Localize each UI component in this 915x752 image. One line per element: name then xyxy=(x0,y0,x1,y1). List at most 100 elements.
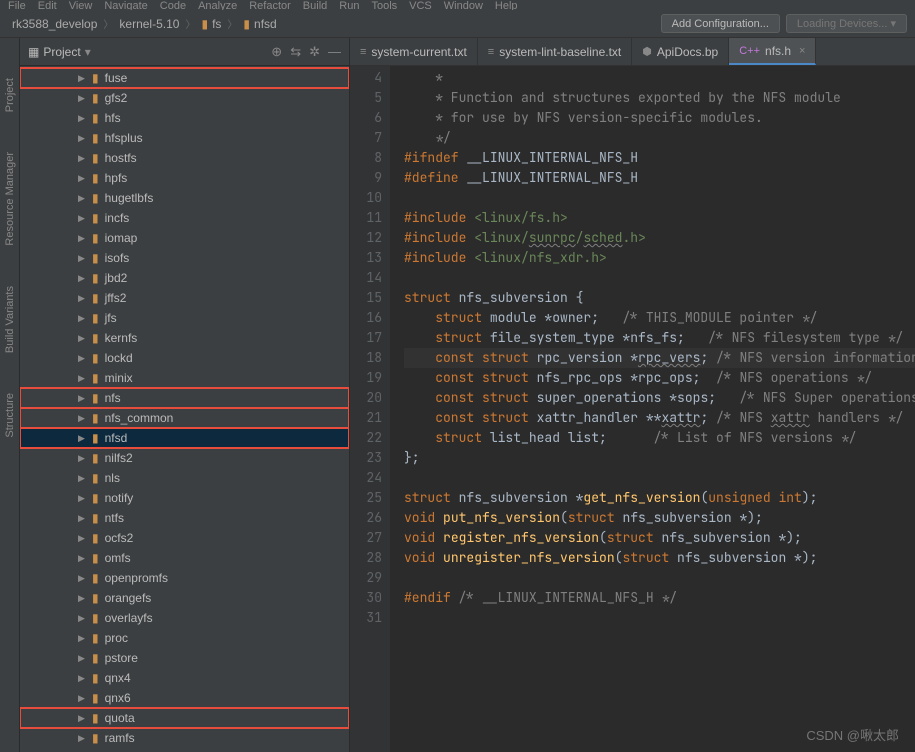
menu-analyze[interactable]: Analyze xyxy=(198,0,237,10)
tree-item-iomap[interactable]: ▶ ▮ iomap xyxy=(20,228,349,248)
tree-item-ocfs2[interactable]: ▶ ▮ ocfs2 xyxy=(20,528,349,548)
code-editor[interactable]: 4567891011121314151617181920212223242526… xyxy=(350,66,915,752)
rail-structure[interactable]: Structure xyxy=(4,393,16,438)
hide-icon[interactable]: — xyxy=(328,44,341,60)
expand-arrow-icon[interactable]: ▶ xyxy=(78,613,86,624)
tree-item-fuse[interactable]: ▶ ▮ fuse xyxy=(20,68,349,88)
breadcrumb[interactable]: rk3588_develop〉kernel-5.10〉▮fs〉▮nfsd xyxy=(8,15,281,33)
tab-nfs.h[interactable]: C++ nfs.h × xyxy=(729,38,816,65)
tree-item-notify[interactable]: ▶ ▮ notify xyxy=(20,488,349,508)
expand-arrow-icon[interactable]: ▶ xyxy=(78,693,86,704)
rail-resource-manager[interactable]: Resource Manager xyxy=(4,152,16,246)
breadcrumb-item[interactable]: rk3588_develop xyxy=(8,15,101,33)
tree-item-proc[interactable]: ▶ ▮ proc xyxy=(20,628,349,648)
menu-window[interactable]: Window xyxy=(444,0,483,10)
locate-icon[interactable]: ⊕ xyxy=(271,44,282,60)
expand-arrow-icon[interactable]: ▶ xyxy=(78,733,86,744)
menu-tools[interactable]: Tools xyxy=(371,0,397,10)
tree-item-qnx6[interactable]: ▶ ▮ qnx6 xyxy=(20,688,349,708)
expand-arrow-icon[interactable]: ▶ xyxy=(78,653,86,664)
expand-arrow-icon[interactable]: ▶ xyxy=(78,673,86,684)
menu-build[interactable]: Build xyxy=(303,0,327,10)
expand-arrow-icon[interactable]: ▶ xyxy=(78,173,86,184)
code-content[interactable]: * * Function and structures exported by … xyxy=(390,66,915,752)
tree-item-hfs[interactable]: ▶ ▮ hfs xyxy=(20,108,349,128)
expand-arrow-icon[interactable]: ▶ xyxy=(78,513,86,524)
expand-arrow-icon[interactable]: ▶ xyxy=(78,253,86,264)
expand-arrow-icon[interactable]: ▶ xyxy=(78,233,86,244)
tree-item-jfs[interactable]: ▶ ▮ jfs xyxy=(20,308,349,328)
tree-item-ramfs[interactable]: ▶ ▮ ramfs xyxy=(20,728,349,748)
left-tool-rail[interactable]: Project Resource Manager Build Variants … xyxy=(0,38,20,752)
menu-vcs[interactable]: VCS xyxy=(409,0,432,10)
rail-project[interactable]: Project xyxy=(4,78,16,112)
menu-file[interactable]: File xyxy=(8,0,26,10)
expand-arrow-icon[interactable]: ▶ xyxy=(78,93,86,104)
expand-icon[interactable]: ⇆ xyxy=(290,44,301,60)
expand-arrow-icon[interactable]: ▶ xyxy=(78,573,86,584)
menubar[interactable]: File Edit View Navigate Code Analyze Refactor B… xyxy=(0,0,915,10)
tree-item-openpromfs[interactable]: ▶ ▮ openpromfs xyxy=(20,568,349,588)
menu-refactor[interactable]: Refactor xyxy=(249,0,291,10)
expand-arrow-icon[interactable]: ▶ xyxy=(78,273,86,284)
tree-item-ntfs[interactable]: ▶ ▮ ntfs xyxy=(20,508,349,528)
expand-arrow-icon[interactable]: ▶ xyxy=(78,73,86,84)
tree-item-orangefs[interactable]: ▶ ▮ orangefs xyxy=(20,588,349,608)
expand-arrow-icon[interactable]: ▶ xyxy=(78,713,86,724)
menu-view[interactable]: View xyxy=(69,0,93,10)
expand-arrow-icon[interactable]: ▶ xyxy=(78,533,86,544)
expand-arrow-icon[interactable]: ▶ xyxy=(78,313,86,324)
tree-item-nilfs2[interactable]: ▶ ▮ nilfs2 xyxy=(20,448,349,468)
tab-system-lint-baseline.txt[interactable]: ≡ system-lint-baseline.txt xyxy=(478,38,632,65)
breadcrumb-item[interactable]: kernel-5.10 xyxy=(115,15,183,33)
tree-item-qnx4[interactable]: ▶ ▮ qnx4 xyxy=(20,668,349,688)
menu-run[interactable]: Run xyxy=(339,0,359,10)
menu-edit[interactable]: Edit xyxy=(38,0,57,10)
close-icon[interactable]: × xyxy=(799,45,805,57)
tree-item-isofs[interactable]: ▶ ▮ isofs xyxy=(20,248,349,268)
expand-arrow-icon[interactable]: ▶ xyxy=(78,453,86,464)
expand-arrow-icon[interactable]: ▶ xyxy=(78,593,86,604)
expand-arrow-icon[interactable]: ▶ xyxy=(78,213,86,224)
tree-item-hpfs[interactable]: ▶ ▮ hpfs xyxy=(20,168,349,188)
tree-item-jffs2[interactable]: ▶ ▮ jffs2 xyxy=(20,288,349,308)
expand-arrow-icon[interactable]: ▶ xyxy=(78,353,86,364)
tree-item-hfsplus[interactable]: ▶ ▮ hfsplus xyxy=(20,128,349,148)
expand-arrow-icon[interactable]: ▶ xyxy=(78,293,86,304)
tree-item-lockd[interactable]: ▶ ▮ lockd xyxy=(20,348,349,368)
tree-item-nfs[interactable]: ▶ ▮ nfs xyxy=(20,388,349,408)
tree-item-overlayfs[interactable]: ▶ ▮ overlayfs xyxy=(20,608,349,628)
loading-devices-button[interactable]: Loading Devices... ▾ xyxy=(786,14,907,33)
add-configuration-button[interactable]: Add Configuration... xyxy=(661,14,780,33)
tree-item-pstore[interactable]: ▶ ▮ pstore xyxy=(20,648,349,668)
menu-code[interactable]: Code xyxy=(160,0,186,10)
tree-item-hugetlbfs[interactable]: ▶ ▮ hugetlbfs xyxy=(20,188,349,208)
tree-item-incfs[interactable]: ▶ ▮ incfs xyxy=(20,208,349,228)
expand-arrow-icon[interactable]: ▶ xyxy=(78,153,86,164)
tree-item-nls[interactable]: ▶ ▮ nls xyxy=(20,468,349,488)
expand-arrow-icon[interactable]: ▶ xyxy=(78,133,86,144)
menu-help[interactable]: Help xyxy=(495,0,518,10)
expand-arrow-icon[interactable]: ▶ xyxy=(78,373,86,384)
menu-navigate[interactable]: Navigate xyxy=(104,0,147,10)
expand-arrow-icon[interactable]: ▶ xyxy=(78,633,86,644)
tree-item-kernfs[interactable]: ▶ ▮ kernfs xyxy=(20,328,349,348)
expand-arrow-icon[interactable]: ▶ xyxy=(78,393,86,404)
gear-icon[interactable]: ✲ xyxy=(309,44,320,60)
editor-tabs[interactable]: ≡ system-current.txt ≡ system-lint-basel… xyxy=(350,38,915,66)
expand-arrow-icon[interactable]: ▶ xyxy=(78,553,86,564)
tree-item-nfs_common[interactable]: ▶ ▮ nfs_common xyxy=(20,408,349,428)
breadcrumb-item[interactable]: ▮fs xyxy=(197,15,225,33)
expand-arrow-icon[interactable]: ▶ xyxy=(78,413,86,424)
tree-item-jbd2[interactable]: ▶ ▮ jbd2 xyxy=(20,268,349,288)
chevron-down-icon[interactable]: ▾ xyxy=(85,45,91,59)
expand-arrow-icon[interactable]: ▶ xyxy=(78,333,86,344)
tree-item-gfs2[interactable]: ▶ ▮ gfs2 xyxy=(20,88,349,108)
project-tree[interactable]: ▶ ▮ fuse ▶ ▮ gfs2 ▶ ▮ hfs ▶ ▮ hfsplus ▶ … xyxy=(20,66,349,752)
tree-item-quota[interactable]: ▶ ▮ quota xyxy=(20,708,349,728)
tree-item-minix[interactable]: ▶ ▮ minix xyxy=(20,368,349,388)
expand-arrow-icon[interactable]: ▶ xyxy=(78,433,86,444)
expand-arrow-icon[interactable]: ▶ xyxy=(78,113,86,124)
expand-arrow-icon[interactable]: ▶ xyxy=(78,493,86,504)
expand-arrow-icon[interactable]: ▶ xyxy=(78,193,86,204)
